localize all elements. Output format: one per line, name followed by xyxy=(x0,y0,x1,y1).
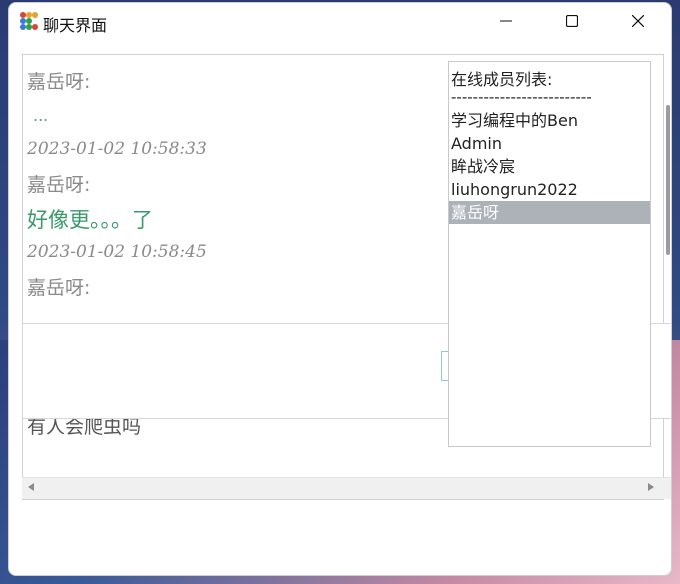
app-icon xyxy=(19,11,39,31)
maximize-button[interactable] xyxy=(549,3,595,39)
horizontal-scrollbar[interactable] xyxy=(22,477,671,499)
minimize-button[interactable] xyxy=(483,3,529,39)
maximize-icon xyxy=(566,15,578,27)
vertical-scrollbar[interactable] xyxy=(665,55,671,475)
title-bar[interactable]: 聊天界面 xyxy=(9,3,671,39)
scroll-right-icon[interactable] xyxy=(648,483,654,491)
member-item[interactable]: 眸战冷宸 xyxy=(449,155,650,178)
member-list-separator: -------------------------- xyxy=(451,88,592,106)
close-icon xyxy=(632,15,644,27)
online-member-list[interactable]: 在线成员列表: -------------------------- 学习编程中… xyxy=(448,61,651,447)
message-sender: 嘉岳呀: xyxy=(27,174,91,196)
member-item-selected[interactable]: 嘉岳呀 xyxy=(449,201,650,224)
member-list-header: 在线成员列表: xyxy=(451,70,553,89)
message-timestamp: 2023-01-02 10:58:33 xyxy=(27,139,207,159)
member-item[interactable]: liuhongrun2022 xyxy=(449,178,650,201)
minimize-icon xyxy=(500,20,512,22)
message-text: 好像更。。。了 xyxy=(27,208,153,232)
message-sender: 嘉岳呀: xyxy=(27,277,91,299)
member-item[interactable]: Admin xyxy=(449,132,650,155)
close-button[interactable] xyxy=(615,3,661,39)
message-timestamp: 2023-01-02 10:58:45 xyxy=(27,242,207,262)
member-item[interactable]: 学习编程中的Ben xyxy=(449,109,650,132)
scroll-left-icon[interactable] xyxy=(28,483,34,491)
member-items: 学习编程中的Ben Admin 眸战冷宸 liuhongrun2022 嘉岳呀 xyxy=(449,109,650,224)
message-text: ... xyxy=(33,106,49,125)
message-sender: 嘉岳呀: xyxy=(27,71,91,93)
window-title: 聊天界面 xyxy=(43,16,108,35)
chat-window: 聊天界面 嘉岳呀: ... 2023-01-02 10:58:33 嘉岳呀: 好… xyxy=(8,2,672,576)
vertical-scroll-thumb[interactable] xyxy=(666,105,670,255)
